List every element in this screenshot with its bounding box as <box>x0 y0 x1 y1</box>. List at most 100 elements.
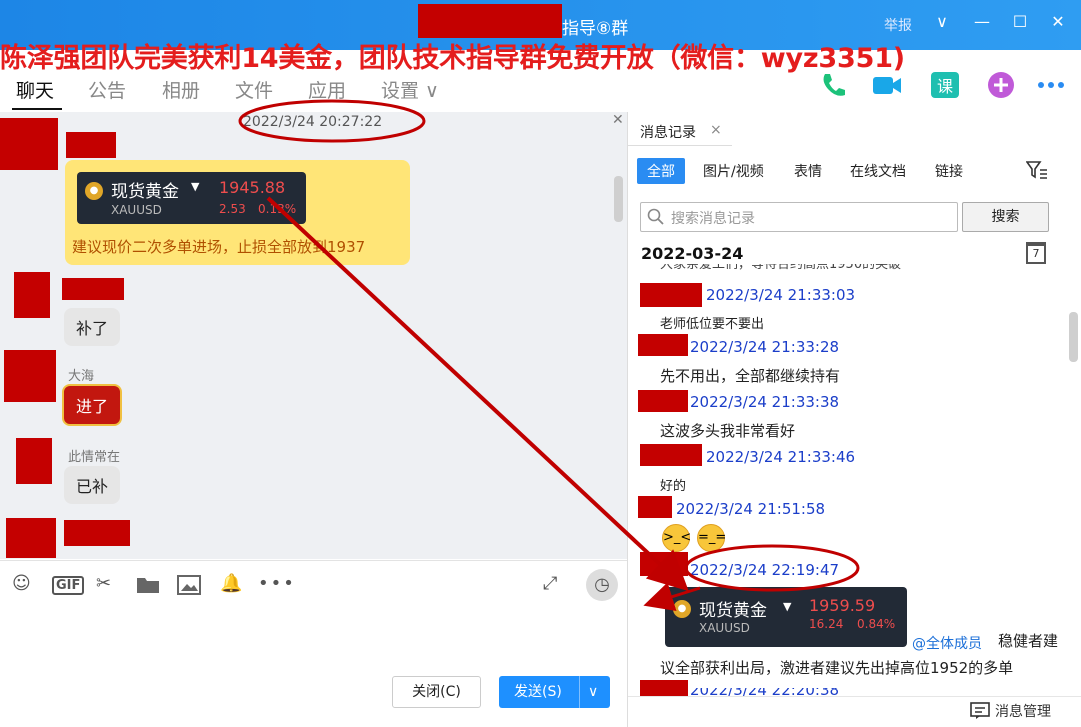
history-clock-icon[interactable]: ◷ <box>586 569 618 601</box>
quote-card[interactable]: ● 现货黄金 ▼ XAUUSD 1945.88 2.53 0.13% <box>77 172 306 224</box>
history-message: 先不用出，全部都继续持有 <box>660 367 841 385</box>
history-timestamp: 2022/3/24 22:19:47 <box>690 561 840 579</box>
filter-emoji[interactable]: 表情 <box>794 161 822 181</box>
expand-icon[interactable]: ⤢ <box>543 573 557 594</box>
avatar <box>640 444 702 466</box>
history-date: 2022-03-24 <box>641 244 744 263</box>
maximize-button[interactable]: ☐ <box>1008 12 1032 31</box>
quote-pct: 0.13% <box>258 202 297 216</box>
history-message: 议全部获利出局，激进者建议先出掉高位1952的多单 <box>660 659 1014 677</box>
redacted-name <box>66 132 116 158</box>
avatar <box>0 118 58 170</box>
more-tools-icon[interactable]: ••• <box>258 573 296 594</box>
filter-icon[interactable] <box>1026 160 1048 180</box>
promo-banner: 陈泽强团队完美获利14美金，团队技术指导群免费开放（微信：wyz3351) <box>0 43 905 74</box>
add-app-icon[interactable] <box>984 68 1018 102</box>
quote-symbol: XAUUSD <box>111 203 162 217</box>
dropdown-icon: ▼ <box>191 180 200 193</box>
close-window-button[interactable]: ✕ <box>1046 12 1070 31</box>
image-icon[interactable] <box>177 575 201 595</box>
tab-album[interactable]: 相册 <box>162 76 200 103</box>
history-message: 稳健者建 <box>998 632 1059 650</box>
history-timestamp: 2022/3/24 21:51:58 <box>676 500 826 518</box>
emoji-icon[interactable]: ☺ <box>12 573 31 594</box>
quote-change: 2.53 <box>219 202 246 216</box>
video-call-icon[interactable] <box>870 68 904 102</box>
tab-chat[interactable]: 聊天 <box>16 76 54 103</box>
search-icon <box>647 208 664 225</box>
gold-coin-icon: ● <box>673 600 691 618</box>
message-bubble: 已补 <box>64 466 121 504</box>
tab-files[interactable]: 文件 <box>235 76 273 103</box>
avatar <box>4 350 56 402</box>
emoji-sticker: >_< <box>662 524 691 552</box>
phone-icon[interactable] <box>816 68 850 102</box>
more-icon[interactable] <box>1034 68 1068 102</box>
avatar <box>640 680 688 696</box>
calendar-icon[interactable]: 7 <box>1026 242 1046 264</box>
send-label: 发送(S) <box>514 684 562 700</box>
avatar <box>638 334 688 356</box>
history-scrollbar[interactable] <box>1069 312 1078 362</box>
redacted-name <box>64 520 130 546</box>
active-tab-underline <box>12 108 62 110</box>
history-tab[interactable]: 消息记录 × <box>628 116 732 146</box>
close-tab-icon[interactable]: × <box>710 122 722 138</box>
send-button[interactable]: 发送(S) ∨ <box>499 676 610 708</box>
minimize-button[interactable]: — <box>970 12 994 31</box>
message-username: 大海 <box>68 369 95 384</box>
avatar <box>638 390 688 412</box>
advice-text: 建议现价二次多单进场，止损全部放到1937 <box>72 238 366 256</box>
quote-pct: 0.84% <box>857 617 896 631</box>
course-icon[interactable]: 课 <box>928 68 962 102</box>
message-bubble: 进了 <box>62 384 123 426</box>
history-search-input[interactable]: 搜索消息记录 <box>640 202 958 232</box>
quote-price: 1945.88 <box>219 178 286 197</box>
history-message-partial: 大家亲爱工们，等待合约高点1950的突破 <box>660 264 902 272</box>
gif-icon[interactable]: GIF <box>52 576 85 595</box>
history-timestamp: 2022/3/24 21:33:28 <box>690 338 840 356</box>
history-message: 这波多头我非常看好 <box>660 422 796 440</box>
close-button[interactable]: 关闭(C) <box>392 676 481 708</box>
scissors-icon[interactable]: ✂ <box>96 573 111 594</box>
history-message: 老师低位要不要出 <box>660 317 765 332</box>
history-message: 好的 <box>660 479 687 494</box>
gold-coin-icon: ● <box>85 182 103 200</box>
message-bubble: 补了 <box>64 308 121 346</box>
message-manage-icon[interactable] <box>970 702 990 720</box>
dropdown-icon: ▼ <box>783 600 792 613</box>
avatar <box>640 283 702 307</box>
filter-all[interactable]: 全部 <box>637 158 685 184</box>
svg-text:课: 课 <box>937 77 953 96</box>
mention-link[interactable]: @全体成员 <box>912 633 982 653</box>
quote-price: 1959.59 <box>809 596 876 615</box>
bell-icon[interactable]: 🔔 <box>220 573 242 594</box>
chat-scrollbar[interactable] <box>614 176 623 222</box>
history-timestamp: 2022/3/24 22:20:38 <box>690 688 839 696</box>
quote-name: 现货黄金 <box>111 182 179 202</box>
redacted-name <box>62 278 124 300</box>
send-dropdown-icon[interactable]: ∨ <box>579 676 598 708</box>
quote-card[interactable]: ● 现货黄金 ▼ XAUUSD 1959.59 16.24 0.84% <box>665 587 907 647</box>
message-manage-button[interactable]: 消息管理 <box>995 701 1051 721</box>
nav-bar: 聊天 公告 相册 文件 应用 设置 ∨ <box>0 70 1081 112</box>
avatar <box>16 438 52 484</box>
collapse-pane-icon[interactable]: ✕ <box>612 112 624 128</box>
tab-apps[interactable]: 应用 <box>308 76 346 103</box>
avatar <box>640 552 688 576</box>
tab-announcement[interactable]: 公告 <box>88 76 126 103</box>
collapse-icon[interactable]: ∨ <box>930 12 954 31</box>
filter-links[interactable]: 链接 <box>935 161 963 181</box>
redacted-title <box>418 4 562 38</box>
history-timestamp: 2022/3/24 21:33:03 <box>706 286 856 304</box>
message-username: 此情常在 <box>68 450 121 465</box>
filter-media[interactable]: 图片/视频 <box>703 161 764 181</box>
quote-change: 16.24 <box>809 617 844 631</box>
tab-settings[interactable]: 设置 ∨ <box>381 76 439 103</box>
folder-icon[interactable] <box>136 576 160 594</box>
message-input[interactable] <box>0 608 627 668</box>
chat-timestamp: 2022/3/24 20:27:22 <box>243 114 383 130</box>
search-button[interactable]: 搜索 <box>962 202 1049 232</box>
report-button[interactable]: 举报 <box>884 15 912 35</box>
filter-docs[interactable]: 在线文档 <box>850 161 906 181</box>
